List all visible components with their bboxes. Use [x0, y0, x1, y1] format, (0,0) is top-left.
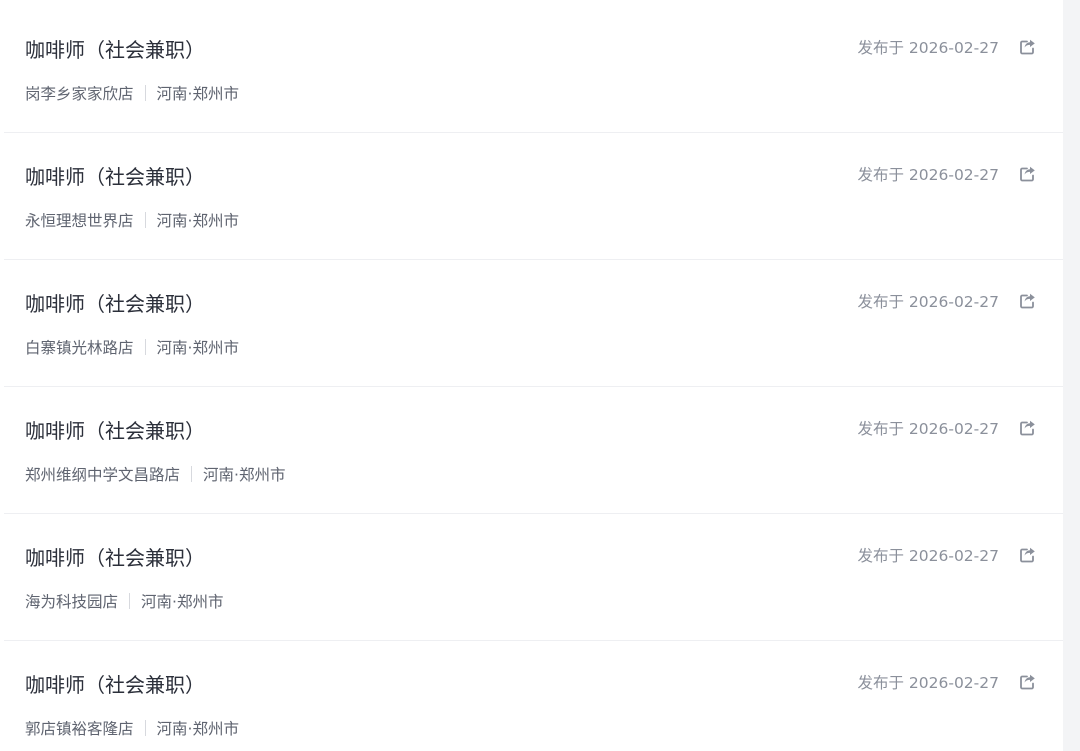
store-name: 岗李乡家家欣店: [25, 85, 134, 103]
job-location: 河南·郑州市: [156, 339, 239, 357]
job-title[interactable]: 咖啡师（社会兼职）: [25, 34, 205, 63]
job-title[interactable]: 咖啡师（社会兼职）: [25, 542, 205, 571]
meta-divider: [129, 593, 131, 609]
job-meta: 岗李乡家家欣店 河南·郑州市: [25, 82, 239, 104]
job-title[interactable]: 咖啡师（社会兼职）: [25, 415, 205, 444]
share-icon[interactable]: [1019, 292, 1037, 310]
store-name: 白寨镇光林路店: [25, 339, 134, 357]
job-meta: 郭店镇裕客隆店 河南·郑州市: [25, 717, 239, 739]
job-location: 河南·郑州市: [203, 466, 286, 484]
job-meta: 郑州维纲中学文昌路店 河南·郑州市: [25, 463, 285, 485]
job-location: 河南·郑州市: [156, 212, 239, 230]
meta-divider: [144, 85, 146, 101]
job-location: 河南·郑州市: [156, 85, 239, 103]
job-item[interactable]: 咖啡师（社会兼职） 发布于 2026-02-27 海为科技园店 河南·郑州市: [4, 514, 1063, 641]
publish-date: 发布于 2026-02-27: [857, 293, 999, 311]
share-icon[interactable]: [1019, 673, 1037, 691]
publish-date: 发布于 2026-02-27: [857, 39, 999, 57]
job-meta: 海为科技园店 河南·郑州市: [25, 590, 223, 612]
publish-date: 发布于 2026-02-27: [857, 166, 999, 184]
job-location: 河南·郑州市: [141, 593, 224, 611]
meta-divider: [191, 466, 193, 482]
job-item[interactable]: 咖啡师（社会兼职） 发布于 2026-02-27 岗李乡家家欣店 河南·郑州市: [4, 0, 1063, 133]
job-title[interactable]: 咖啡师（社会兼职）: [25, 161, 205, 190]
job-location: 河南·郑州市: [156, 720, 239, 738]
store-name: 郑州维纲中学文昌路店: [25, 466, 181, 484]
share-icon[interactable]: [1019, 546, 1037, 564]
job-meta: 永恒理想世界店 河南·郑州市: [25, 209, 239, 231]
publish-date: 发布于 2026-02-27: [857, 420, 999, 438]
job-list: 咖啡师（社会兼职） 发布于 2026-02-27 岗李乡家家欣店 河南·郑州市 …: [0, 0, 1063, 751]
share-icon[interactable]: [1019, 38, 1037, 56]
meta-divider: [144, 212, 146, 228]
job-meta: 白寨镇光林路店 河南·郑州市: [25, 336, 239, 358]
meta-divider: [144, 720, 146, 736]
job-item[interactable]: 咖啡师（社会兼职） 发布于 2026-02-27 白寨镇光林路店 河南·郑州市: [4, 260, 1063, 387]
store-name: 郭店镇裕客隆店: [25, 720, 134, 738]
job-item[interactable]: 咖啡师（社会兼职） 发布于 2026-02-27 郭店镇裕客隆店 河南·郑州市: [4, 641, 1063, 751]
store-name: 海为科技园店: [25, 593, 119, 611]
share-icon[interactable]: [1019, 165, 1037, 183]
store-name: 永恒理想世界店: [25, 212, 134, 230]
job-title[interactable]: 咖啡师（社会兼职）: [25, 669, 205, 698]
meta-divider: [144, 339, 146, 355]
job-item[interactable]: 咖啡师（社会兼职） 发布于 2026-02-27 郑州维纲中学文昌路店 河南·郑…: [4, 387, 1063, 514]
share-icon[interactable]: [1019, 419, 1037, 437]
publish-date: 发布于 2026-02-27: [857, 547, 999, 565]
publish-date: 发布于 2026-02-27: [857, 674, 999, 692]
job-item[interactable]: 咖啡师（社会兼职） 发布于 2026-02-27 永恒理想世界店 河南·郑州市: [4, 133, 1063, 260]
job-title[interactable]: 咖啡师（社会兼职）: [25, 288, 205, 317]
